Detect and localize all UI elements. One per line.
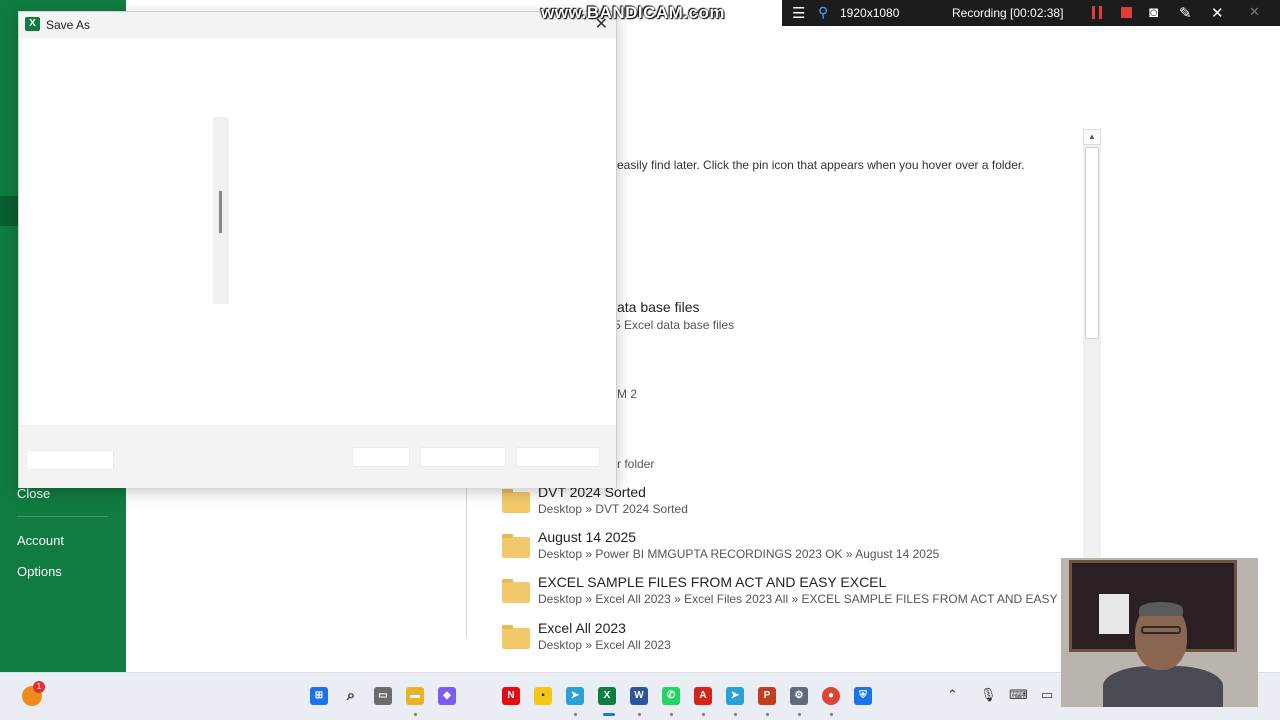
close-icon[interactable]: ✕ <box>1249 4 1260 20</box>
nav-divider <box>17 516 108 517</box>
folder-icon <box>502 489 530 513</box>
notification-badge: 1 <box>33 681 45 693</box>
folder-name: August 14 2025 <box>538 529 637 545</box>
presenter-hair <box>1139 602 1183 616</box>
close-icon[interactable]: ✕ <box>1211 4 1224 22</box>
pencil-icon[interactable]: ✎ <box>1179 4 1192 22</box>
running-indicator <box>734 713 737 716</box>
folder-path: Desktop » Power BI MMGUPTA RECORDINGS 20… <box>538 547 940 561</box>
excel-icon[interactable]: X <box>598 687 616 705</box>
partial-folder-path: 5 Excel data base files <box>614 318 735 332</box>
presenter-body <box>1103 666 1223 707</box>
running-indicator <box>830 713 833 716</box>
folder-icon <box>502 625 530 649</box>
copilot-icon[interactable]: ◆ <box>438 687 456 705</box>
folder-icon <box>502 579 530 603</box>
save-as-dialog: X Save As ✕ <box>18 11 617 488</box>
keyboard-icon[interactable]: ⌨ <box>1009 687 1028 703</box>
scrollbar-thumb[interactable] <box>1085 147 1099 339</box>
running-indicator <box>670 713 673 716</box>
running-indicator <box>574 713 577 716</box>
telegram-icon[interactable]: ➤ <box>726 687 744 705</box>
presenter-glasses <box>1141 626 1181 634</box>
settings-icon[interactable]: ⚙ <box>790 687 808 705</box>
file-explorer-icon[interactable]: ▬ <box>406 687 424 705</box>
dialog-title: Save As <box>46 18 91 32</box>
running-indicator <box>414 713 417 716</box>
recording-status: Recording [00:02:38] <box>952 6 1064 20</box>
whatsapp-icon[interactable]: ✆ <box>662 687 680 705</box>
partial-folder-path-3: r folder <box>617 457 655 471</box>
folder-name: Excel All 2023 <box>538 620 626 636</box>
bandicam-watermark: www.BANDICAM.com <box>541 3 725 22</box>
pin-icon[interactable]: ⚲ <box>818 4 828 21</box>
running-indicator <box>702 713 705 716</box>
cancel-button-placeholder[interactable] <box>516 447 600 467</box>
pause-icon[interactable] <box>1092 6 1102 19</box>
dialog-title-bar[interactable]: X Save As ✕ <box>19 12 616 38</box>
scroll-up-arrow-icon[interactable]: ▲ <box>1083 129 1101 145</box>
camera-icon[interactable]: ◙ <box>1149 4 1158 21</box>
nav-options[interactable]: Options <box>17 564 62 579</box>
folder-item[interactable]: August 14 2025 Desktop » Power BI MMGUPT… <box>502 529 1062 572</box>
start-icon[interactable]: ⊞ <box>310 687 328 705</box>
stop-icon[interactable] <box>1121 7 1132 18</box>
running-indicator <box>766 713 769 716</box>
excel-app-icon: X <box>25 17 40 31</box>
menu-icon[interactable]: ☰ <box>792 4 805 22</box>
nav-selection-highlight <box>0 196 18 226</box>
folder-path: Desktop » Excel All 2023 <box>538 638 671 652</box>
folder-path: Desktop » DVT 2024 Sorted <box>538 502 688 516</box>
running-indicator <box>798 713 801 716</box>
acrobat-icon[interactable]: A <box>694 687 712 705</box>
display-icon[interactable]: ▭ <box>1041 687 1053 703</box>
folder-path: Desktop » Excel All 2023 » Excel Files 2… <box>538 592 1079 606</box>
active-indicator <box>603 713 615 716</box>
partial-folder-title[interactable]: ata base files <box>617 299 700 315</box>
running-indicator <box>638 713 641 716</box>
recording-resolution: 1920x1080 <box>840 6 900 20</box>
folder-name: EXCEL SAMPLE FILES FROM ACT AND EASY EXC… <box>538 574 887 590</box>
search-icon[interactable]: ⌕ <box>342 687 360 705</box>
tools-button-placeholder[interactable] <box>352 447 410 467</box>
folder-icon <box>502 534 530 558</box>
powerpoint-icon[interactable]: P <box>758 687 776 705</box>
webcam-overlay <box>1061 558 1258 707</box>
folder-item[interactable]: EXCEL SAMPLE FILES FROM ACT AND EASY EXC… <box>502 574 1079 617</box>
partial-folder-path-2: M 2 <box>617 387 638 401</box>
word-icon[interactable]: W <box>630 687 648 705</box>
chevron-up-icon[interactable]: ⌃ <box>947 687 958 703</box>
pin-hint-text: easily find later. Click the pin icon th… <box>617 158 1025 172</box>
hide-folders-button-placeholder[interactable] <box>26 450 114 470</box>
netflix-icon[interactable]: N <box>502 687 520 705</box>
folder-item[interactable]: DVT 2024 Sorted Desktop » DVT 2024 Sorte… <box>502 484 1062 527</box>
scrollbar-thumb[interactable] <box>219 191 222 233</box>
navigation-pane-scrollbar[interactable] <box>213 117 229 304</box>
nav-close[interactable]: Close <box>17 486 50 501</box>
dialog-footer <box>19 425 616 488</box>
save-button-placeholder[interactable] <box>420 447 506 467</box>
chrome-icon[interactable]: ● <box>822 687 840 705</box>
task-view-icon[interactable]: ▭ <box>374 687 392 705</box>
recorder-toolbar: ☰ ⚲ 1920x1080 Recording [00:02:38] ◙ ✎ ✕… <box>782 0 1280 26</box>
telegram-icon[interactable]: ➤ <box>566 687 584 705</box>
sticky-notes-icon[interactable]: ▪ <box>534 687 552 705</box>
webcam-paper <box>1099 594 1129 634</box>
nav-account[interactable]: Account <box>17 533 64 548</box>
defender-icon[interactable]: ⛨ <box>854 687 872 705</box>
folder-item[interactable]: Excel All 2023 Desktop » Excel All 2023 <box>502 620 1062 663</box>
microphone-icon[interactable]: 🎙 <box>980 687 997 703</box>
